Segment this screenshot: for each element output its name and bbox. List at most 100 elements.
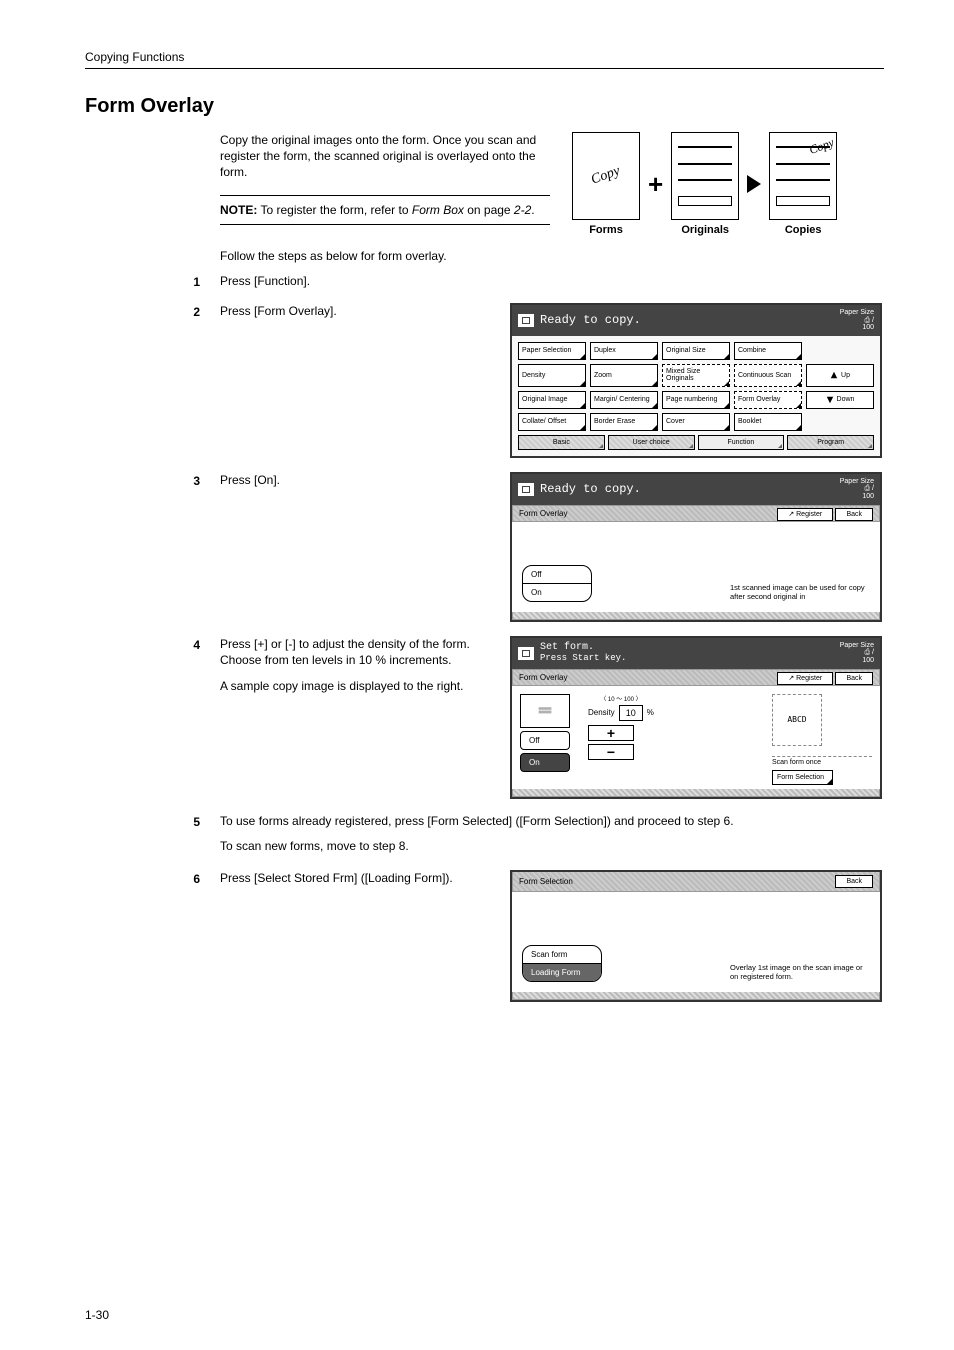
form-overlay-panel: Ready to copy. Paper Size⎙ /100 Form Ove… xyxy=(510,472,882,622)
tab-basic[interactable]: Basic xyxy=(518,435,605,450)
page-number: 1-30 xyxy=(85,1308,109,1322)
copy-word-copies: Copy xyxy=(807,135,836,158)
forms-thumb: Copy xyxy=(572,132,640,220)
density-preview-icon: ▒▒▒ xyxy=(520,694,570,728)
originals-thumb xyxy=(671,132,739,220)
doc-icon xyxy=(518,314,534,327)
panel3-papersize-lbl: Paper Size xyxy=(840,642,874,649)
plus-icon: + xyxy=(648,169,663,200)
breadcrumb: Copying Functions xyxy=(85,50,884,64)
density-label: Density xyxy=(588,708,615,717)
loading-form-option[interactable]: Loading Form xyxy=(523,964,601,981)
note-page: 2-2 xyxy=(514,203,531,217)
step-4-text-b: A sample copy image is displayed to the … xyxy=(220,678,490,694)
sample-preview: ABCD xyxy=(772,694,822,746)
back-button-3[interactable]: Back xyxy=(835,672,873,685)
set-form-panel: Set form. Press Start key. Paper Size⎙ /… xyxy=(510,636,882,799)
copy-word-forms: Copy xyxy=(589,163,622,188)
range-label: 〈 10 ～ 100 〉 xyxy=(588,694,654,703)
plus-button[interactable]: + xyxy=(588,725,634,741)
form-overlay-button[interactable]: Form Overlay xyxy=(734,391,802,409)
originals-label: Originals xyxy=(681,224,729,236)
scan-form-option[interactable]: Scan form xyxy=(523,946,601,964)
step-4-num: 4 xyxy=(85,636,200,652)
density-value: 10 xyxy=(619,705,643,721)
top-rule xyxy=(85,68,884,69)
note-period: . xyxy=(531,203,534,217)
panel1-papersize-lbl: Paper Size xyxy=(840,309,874,316)
forms-label: Forms xyxy=(589,224,623,236)
form-selection-button[interactable]: Form Selection xyxy=(772,770,833,785)
collate-offset-button[interactable]: Collate/ Offset xyxy=(518,413,586,431)
step-6-text: Press [Select Stored Frm] ([Loading Form… xyxy=(220,870,490,886)
page-numbering-button[interactable]: Page numbering xyxy=(662,391,730,409)
paper-selection-button[interactable]: Paper Selection xyxy=(518,342,586,360)
step-1-num: 1 xyxy=(85,273,200,289)
step-6-num: 6 xyxy=(85,870,200,886)
form-selection-panel: Form Selection Back Scan form Loading Fo… xyxy=(510,870,882,1002)
doc-icon-3 xyxy=(518,647,534,660)
panel1-title: Ready to copy. xyxy=(540,313,641,327)
panel4-crumb: Form Selection xyxy=(519,877,573,886)
step-5-text-b: To scan new forms, move to step 8. xyxy=(220,838,884,855)
tab-function[interactable]: Function xyxy=(698,435,785,450)
on-button-3[interactable]: On xyxy=(520,753,570,772)
panel2-crumb: Form Overlay xyxy=(519,509,567,518)
tab-program[interactable]: Program xyxy=(787,435,874,450)
mixed-size-button[interactable]: Mixed Size Originals xyxy=(662,364,730,387)
percent-label: % xyxy=(647,708,654,717)
panel2-title: Ready to copy. xyxy=(540,482,641,496)
off-button-3[interactable]: Off xyxy=(520,731,570,750)
note-label: NOTE: xyxy=(220,203,257,217)
booklet-button[interactable]: Booklet xyxy=(734,413,802,431)
flow-diagram: Copy Forms + Originals xyxy=(572,132,837,236)
minus-button[interactable]: − xyxy=(588,744,634,760)
on-option[interactable]: On xyxy=(523,584,591,601)
panel2-ratio: 100 xyxy=(862,493,874,500)
step-3-text: Press [On]. xyxy=(220,472,490,488)
tab-user-choice[interactable]: User choice xyxy=(608,435,695,450)
doc-icon-2 xyxy=(518,483,534,496)
step-3-num: 3 xyxy=(85,472,200,488)
continuous-scan-button[interactable]: Continuous Scan xyxy=(734,364,802,387)
panel3-crumb: Form Overlay xyxy=(519,673,567,682)
off-on-toggle[interactable]: Off On xyxy=(522,565,592,602)
panel3-ratio: 100 xyxy=(862,657,874,664)
note-ref: Form Box xyxy=(412,203,464,217)
section-title: Form Overlay xyxy=(85,95,884,118)
scan-loading-toggle[interactable]: Scan form Loading Form xyxy=(522,945,602,982)
step-4-text-a: Press [+] or [-] to adjust the density o… xyxy=(220,636,490,668)
original-image-button[interactable]: Original Image xyxy=(518,391,586,409)
copies-thumb: Copy xyxy=(769,132,837,220)
border-erase-button[interactable]: Border Erase xyxy=(590,413,658,431)
follow-text: Follow the steps as below for form overl… xyxy=(220,249,884,263)
step-1-text: Press [Function]. xyxy=(220,273,490,289)
panel1-ratio: 100 xyxy=(862,324,874,331)
back-button-4[interactable]: Back xyxy=(835,875,873,888)
margin-centering-button[interactable]: Margin/ Centering xyxy=(590,391,658,409)
up-button[interactable]: Up xyxy=(806,364,874,387)
step-5-num: 5 xyxy=(85,813,200,829)
down-button[interactable]: Down xyxy=(806,391,874,409)
zoom-button[interactable]: Zoom xyxy=(590,364,658,387)
intro-paragraph: Copy the original images onto the form. … xyxy=(220,132,550,181)
cover-button[interactable]: Cover xyxy=(662,413,730,431)
scan-form-once-label: Scan form once xyxy=(772,756,872,766)
copies-label: Copies xyxy=(785,224,822,236)
function-panel: Ready to copy. Paper Size⎙ /100 Paper Se… xyxy=(510,303,882,458)
duplex-button[interactable]: Duplex xyxy=(590,342,658,360)
note-tail: on page xyxy=(464,203,514,217)
register-button-3[interactable]: ↗ Register xyxy=(777,672,833,685)
note-text: To register the form, refer to xyxy=(257,203,412,217)
step-2-text: Press [Form Overlay]. xyxy=(220,303,490,319)
density-button[interactable]: Density xyxy=(518,364,586,387)
panel4-side-note: Overlay 1st image on the scan image or o… xyxy=(730,963,870,982)
back-button[interactable]: Back xyxy=(835,508,873,521)
original-size-button[interactable]: Original Size xyxy=(662,342,730,360)
register-button[interactable]: ↗ Register xyxy=(777,508,833,521)
off-option[interactable]: Off xyxy=(523,566,591,584)
combine-button[interactable]: Combine xyxy=(734,342,802,360)
panel2-papersize-lbl: Paper Size xyxy=(840,478,874,485)
note-box: NOTE: To register the form, refer to For… xyxy=(220,195,550,225)
panel3-sub: Press Start key. xyxy=(540,654,626,663)
